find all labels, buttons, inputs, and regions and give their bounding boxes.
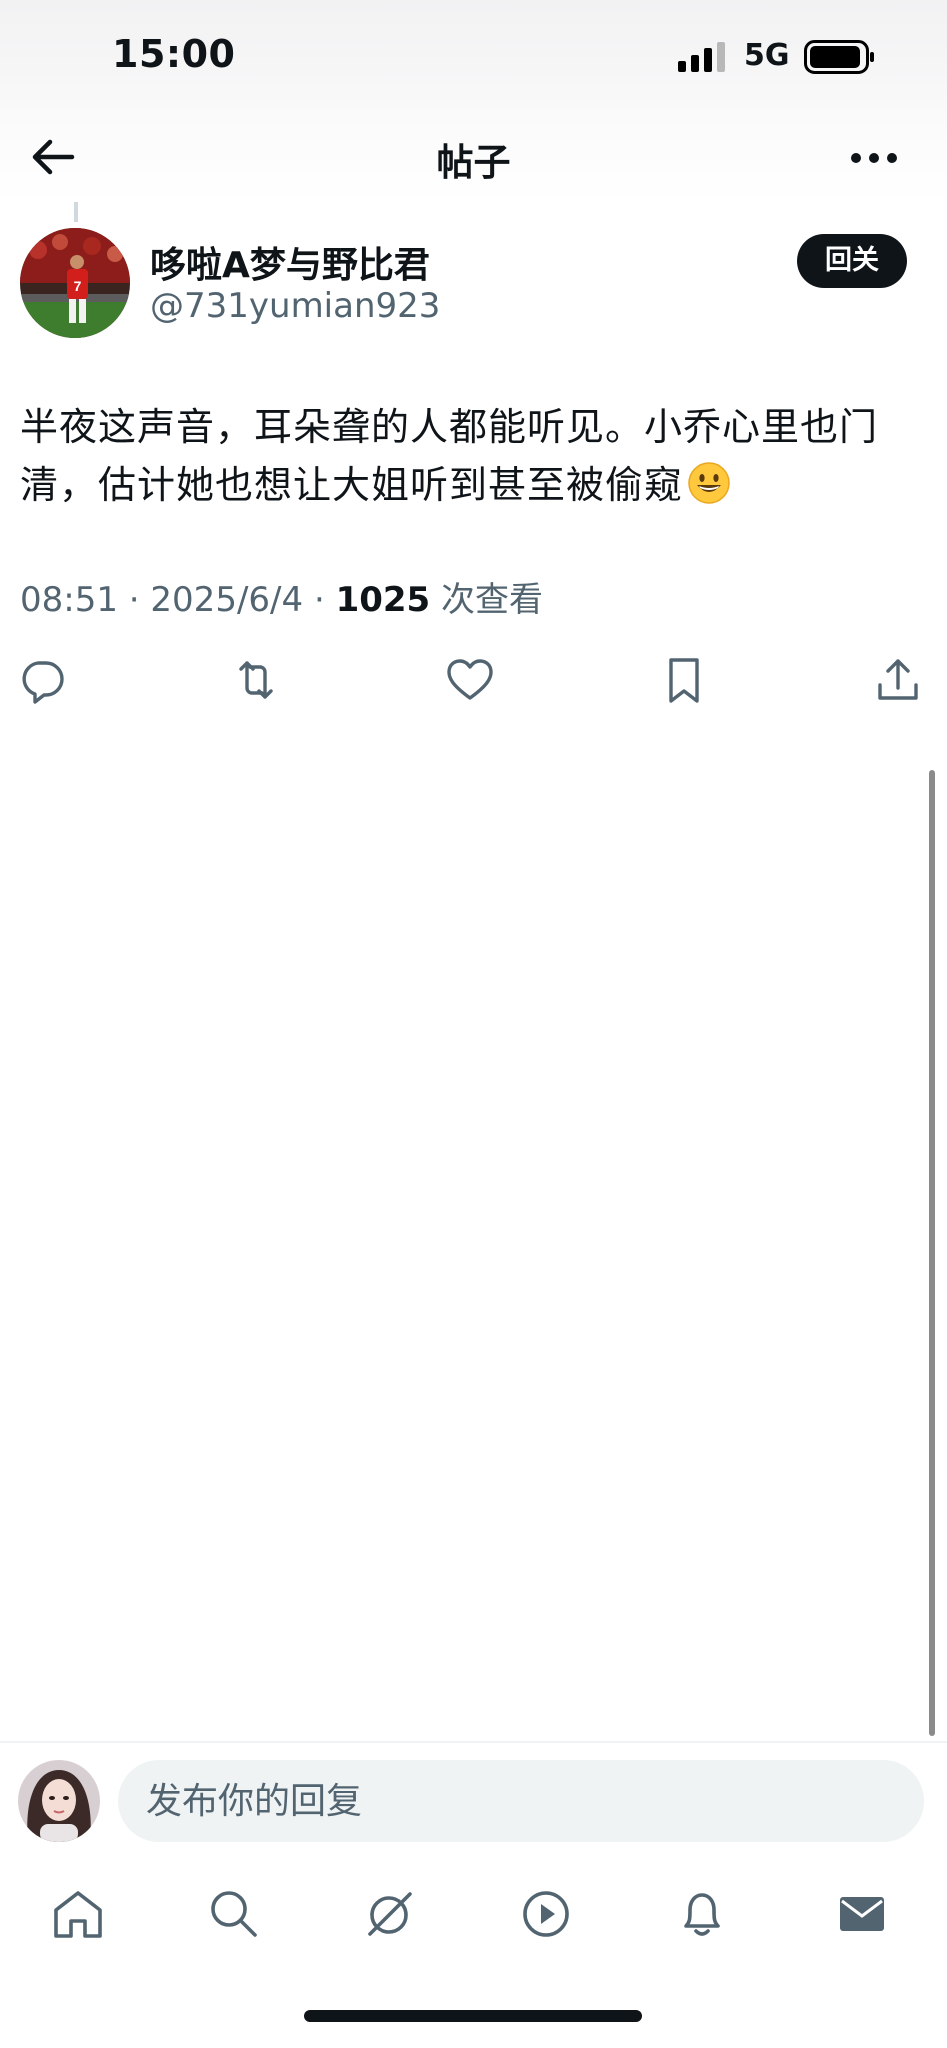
messages-icon[interactable]: [832, 1884, 892, 1944]
search-icon[interactable]: [204, 1884, 264, 1944]
author-handle[interactable]: @731yumian923: [150, 286, 440, 326]
my-avatar[interactable]: [18, 1760, 100, 1842]
grok-icon[interactable]: [360, 1884, 420, 1944]
bookmark-icon[interactable]: [656, 652, 712, 708]
status-bar: 15:00 5G: [0, 0, 947, 115]
home-indicator[interactable]: [304, 2010, 642, 2022]
meta-separator: ·: [128, 580, 140, 620]
post-text: 半夜这声音，耳朵聋的人都能听见。小乔心里也门清，估计她也想让大姐听到甚至被偷窥: [20, 398, 925, 514]
post-date: 2025/6/4: [150, 580, 304, 620]
post-meta: 08:51 · 2025/6/4 · 1025 次查看: [20, 572, 543, 621]
notifications-icon[interactable]: [672, 1884, 732, 1944]
cellular-signal-icon: [678, 42, 725, 72]
reply-divider: [0, 1741, 947, 1743]
like-icon[interactable]: [442, 652, 498, 708]
reply-icon[interactable]: [14, 652, 70, 708]
home-icon[interactable]: [48, 1884, 108, 1944]
thread-connector-line: [74, 202, 78, 222]
svg-text:7: 7: [74, 278, 82, 294]
views-count[interactable]: 1025: [336, 580, 431, 620]
nav-header: 帖子: [0, 115, 947, 202]
battery-icon: [804, 40, 874, 74]
repost-icon[interactable]: [228, 652, 284, 708]
video-icon[interactable]: [516, 1884, 576, 1944]
post-text-content: 半夜这声音，耳朵聋的人都能听见。小乔心里也门清，估计她也想让大姐听到甚至被偷窥: [20, 405, 879, 507]
reply-input[interactable]: [118, 1760, 924, 1842]
author-avatar[interactable]: 7: [20, 228, 130, 338]
my-avatar-image: [18, 1760, 100, 1842]
bottom-tab-bar: [0, 1876, 947, 1956]
status-time: 15:00: [112, 32, 236, 76]
post-time: 08:51: [20, 580, 118, 620]
more-options-icon[interactable]: [848, 135, 900, 181]
network-type: 5G: [744, 38, 790, 73]
author-name[interactable]: 哆啦A梦与野比君: [150, 236, 430, 288]
views-label[interactable]: 次查看: [441, 580, 543, 620]
meta-separator: ·: [313, 580, 325, 620]
author-avatar-image: 7: [20, 228, 130, 338]
follow-back-button[interactable]: 回关: [797, 234, 907, 288]
post-action-bar: [0, 652, 947, 708]
page-title: 帖子: [436, 141, 511, 184]
grinning-face-emoji-icon: [688, 462, 730, 504]
share-icon[interactable]: [870, 652, 926, 708]
scrollbar[interactable]: [929, 770, 935, 1736]
